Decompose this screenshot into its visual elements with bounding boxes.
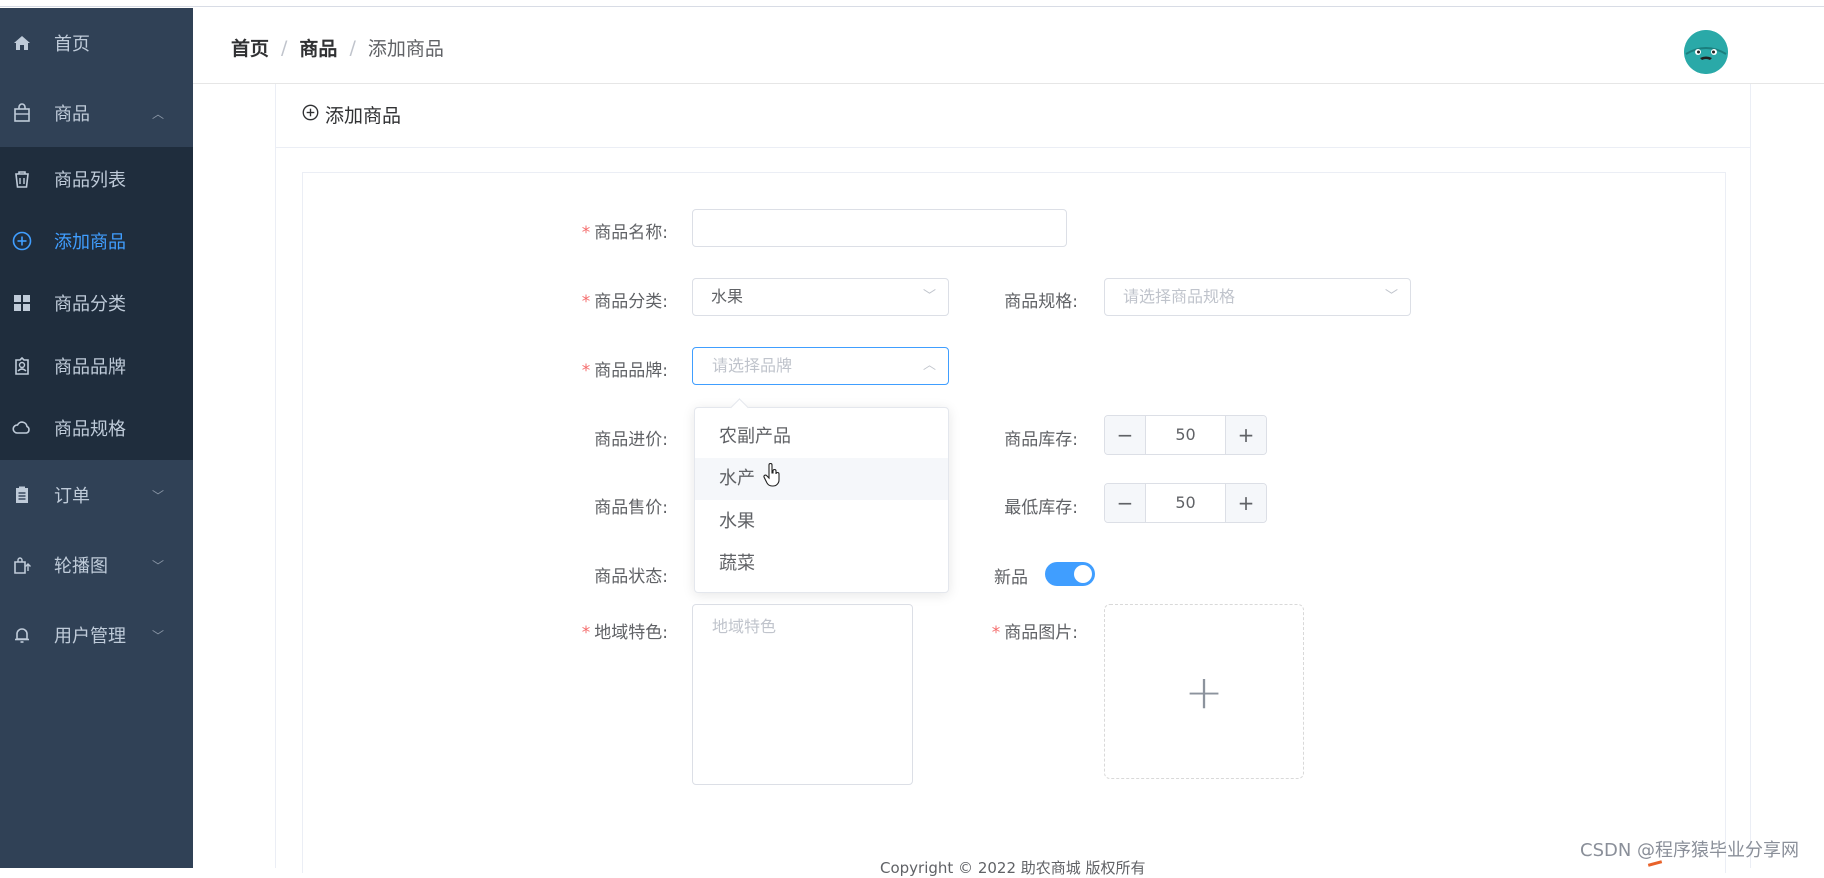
breadcrumb-current: 添加商品 (367, 38, 444, 60)
badge-icon (12, 356, 32, 376)
sidebar-item-label: 商品品牌 (54, 357, 126, 378)
sidebar-item-brand[interactable]: 商品品牌 (0, 351, 193, 381)
sidebar-item-label: 商品 (54, 104, 90, 125)
sidebar-item-add-goods[interactable]: 添加商品 (0, 226, 193, 256)
chevron-down-icon: ﹀ (152, 558, 165, 573)
breadcrumb: 首页 / 商品 / 添加商品 (231, 34, 444, 61)
spec-select[interactable]: 请选择商品规格 ﹀ (1104, 278, 1411, 316)
new-product-label: 新品 (994, 568, 1028, 588)
sidebar-menu: 首页 商品 ︿ 商品列表 添加商品 商品分类 商品品牌 商品规格 订单 ﹀ 轮播… (0, 8, 193, 868)
stock-increase-button[interactable]: + (1225, 416, 1266, 454)
brand-label: * 商品品牌: (581, 361, 668, 381)
sidebar-item-orders[interactable]: 订单 ﹀ (0, 480, 193, 510)
watermark: CSDN @程序猿毕业分享网 (1580, 840, 1800, 861)
image-uploader[interactable]: + (1104, 604, 1304, 779)
plus-icon: + (1184, 664, 1224, 719)
stock-value[interactable]: 50 (1146, 416, 1225, 454)
status-label: 商品状态: (594, 567, 668, 587)
stock-decrease-button[interactable]: − (1105, 416, 1146, 454)
breadcrumb-home[interactable]: 首页 (231, 34, 269, 61)
category-select-value: 水果 (711, 287, 744, 306)
sidebar-item-spec[interactable]: 商品规格 (0, 413, 193, 443)
bell-icon (12, 625, 32, 645)
sidebar-item-label: 用户管理 (54, 626, 126, 647)
min-stock-stepper[interactable]: − 50 + (1104, 483, 1267, 523)
category-label: * 商品分类: (581, 292, 668, 312)
sale-price-label: 商品售价: (594, 498, 668, 518)
home-icon (12, 33, 32, 53)
user-avatar[interactable] (1684, 30, 1728, 74)
sidebar-item-label: 添加商品 (54, 232, 126, 253)
sidebar-item-users[interactable]: 用户管理 ﹀ (0, 620, 193, 650)
chevron-up-icon: ︿ (152, 106, 165, 121)
card-header: 添加商品 (276, 84, 1750, 148)
clipboard-icon (12, 485, 32, 505)
sidebar-item-label: 商品列表 (54, 170, 126, 191)
spec-select-placeholder: 请选择商品规格 (1123, 287, 1236, 306)
chevron-up-icon: ︿ (922, 358, 936, 373)
goods-name-input[interactable] (692, 209, 1067, 247)
min-stock-label: 最低库存: (1004, 498, 1078, 518)
shopping-bag-icon (12, 103, 32, 123)
sidebar-item-label: 商品分类 (54, 294, 126, 315)
stock-label: 商品库存: (1004, 430, 1078, 450)
goods-name-label: * 商品名称: (581, 223, 668, 243)
new-product-switch[interactable] (1045, 562, 1095, 586)
region-label: * 地域特色: (581, 623, 668, 643)
brand-select-placeholder: 请选择品牌 (712, 356, 793, 375)
grid-icon (12, 293, 32, 313)
sidebar-item-home[interactable]: 首页 (0, 28, 193, 58)
chevron-down-icon: ﹀ (152, 488, 165, 503)
dropdown-option[interactable]: 水果 (695, 501, 948, 543)
min-stock-increase-button[interactable]: + (1225, 484, 1266, 522)
sidebar-item-goods[interactable]: 商品 ︿ (0, 98, 193, 128)
dropdown-option[interactable]: 水产 (695, 458, 948, 500)
hand-cursor-icon (763, 463, 781, 491)
cloud-icon (12, 418, 32, 438)
cost-price-label: 商品进价: (594, 430, 668, 450)
min-stock-decrease-button[interactable]: − (1105, 484, 1146, 522)
sidebar-item-category[interactable]: 商品分类 (0, 288, 193, 318)
breadcrumb-goods[interactable]: 商品 (299, 34, 337, 61)
sidebar-item-label: 轮播图 (54, 556, 108, 577)
top-navbar: 首页 / 商品 / 添加商品 (193, 7, 1824, 84)
image-label: * 商品图片: (991, 623, 1078, 643)
spec-label: 商品规格: (1004, 292, 1078, 312)
sidebar-item-label: 首页 (54, 34, 90, 55)
chevron-down-icon: ﹀ (1384, 289, 1398, 304)
circle-plus-icon (12, 231, 32, 251)
sidebar-item-label: 订单 (54, 486, 90, 507)
breadcrumb-separator: / (281, 36, 288, 59)
region-textarea[interactable]: 地域特色 (692, 604, 913, 785)
category-select[interactable]: 水果 ﹀ (692, 278, 949, 316)
breadcrumb-separator: / (349, 36, 356, 59)
sidebar-item-label: 商品规格 (54, 419, 126, 440)
dropdown-option[interactable]: 蔬菜 (695, 543, 948, 585)
card-title: 添加商品 (302, 101, 401, 128)
form-container (302, 172, 1726, 873)
bag-upload-icon (12, 555, 32, 575)
sidebar-item-carousel[interactable]: 轮播图 ﹀ (0, 550, 193, 580)
min-stock-value[interactable]: 50 (1146, 484, 1225, 522)
trash-bag-icon (12, 169, 32, 189)
circle-plus-icon (302, 104, 319, 126)
add-goods-card: 添加商品 (275, 84, 1751, 873)
brand-dropdown: 农副产品 水产 水果 蔬菜 (694, 398, 949, 593)
stock-stepper[interactable]: − 50 + (1104, 415, 1267, 455)
brand-select[interactable]: 请选择品牌 ︿ (692, 347, 949, 385)
dropdown-option[interactable]: 农副产品 (695, 416, 948, 458)
switch-knob (1074, 565, 1092, 583)
card-title-text: 添加商品 (325, 105, 402, 127)
chevron-down-icon: ﹀ (152, 628, 165, 643)
sidebar-item-goods-list[interactable]: 商品列表 (0, 164, 193, 194)
